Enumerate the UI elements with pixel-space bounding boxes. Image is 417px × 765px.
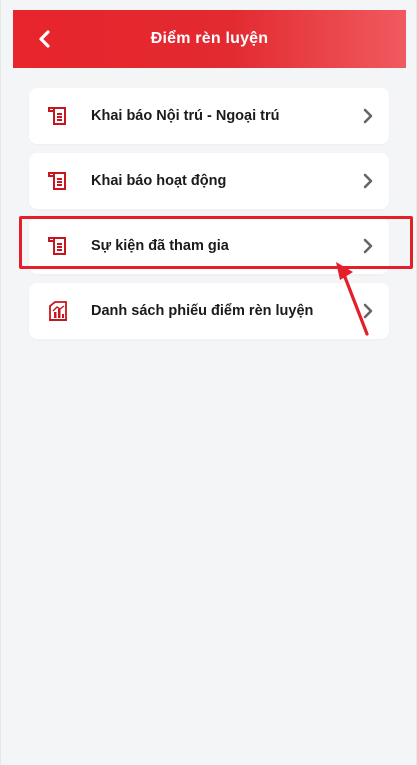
app-screen: Điểm rèn luyện Khai báo Nội trú - Ngoại … [0,0,417,765]
chevron-left-icon [39,30,50,48]
page-title: Điểm rèn luyện [150,30,269,47]
top-app-bar: Điểm rèn luyện [13,10,406,68]
menu-item-su-kien-da-tham-gia[interactable]: Sự kiện đã tham gia [29,218,389,274]
chevron-right-icon [363,238,373,254]
report-chart-icon [49,301,67,321]
document-list-icon [48,172,66,190]
menu-item-label: Danh sách phiếu điểm rèn luyện [91,303,314,319]
menu-item-label: Khai báo hoạt động [91,173,227,189]
chevron-right-icon [363,173,373,189]
document-list-icon [48,237,66,255]
menu-item-danh-sach-phieu-diem[interactable]: Danh sách phiếu điểm rèn luyện [29,283,389,339]
menu-list: Khai báo Nội trú - Ngoại trú Khai báo ho… [29,88,389,348]
document-list-icon [48,107,66,125]
chevron-right-icon [363,303,373,319]
menu-item-label: Sự kiện đã tham gia [91,238,229,254]
back-button[interactable] [31,25,59,53]
chevron-right-icon [363,108,373,124]
menu-item-khai-bao-hoat-dong[interactable]: Khai báo hoạt động [29,153,389,209]
menu-item-label: Khai báo Nội trú - Ngoại trú [91,108,280,124]
menu-item-khai-bao-noi-tru[interactable]: Khai báo Nội trú - Ngoại trú [29,88,389,144]
